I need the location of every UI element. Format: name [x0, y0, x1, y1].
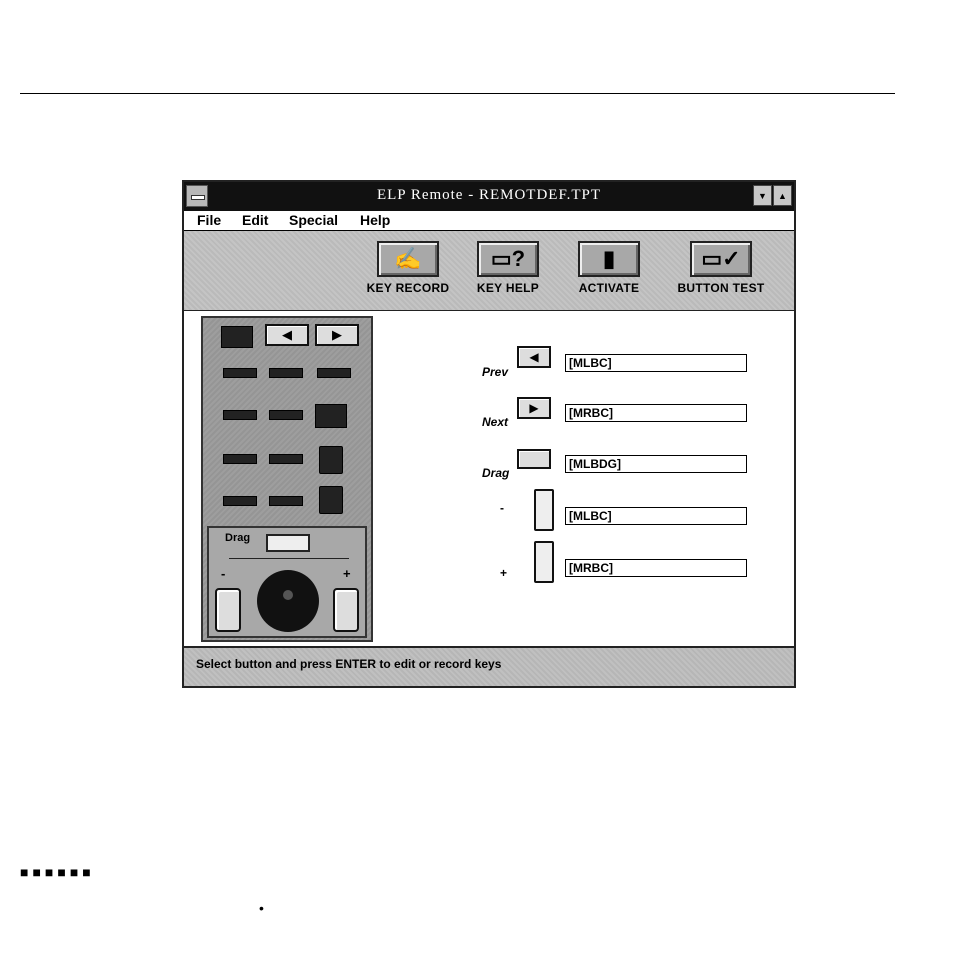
remote-drag-label: Drag: [225, 532, 251, 544]
next-label: Next: [482, 415, 509, 429]
drag-label: Drag: [482, 466, 510, 480]
menu-bar: File Edit Special Help: [184, 211, 794, 231]
checkmark-icon: ▭✓: [690, 241, 752, 277]
status-text: Select button and press ENTER to edit or…: [196, 657, 502, 671]
right-arrow-icon: ▶: [529, 401, 539, 415]
remote-key-7[interactable]: [315, 404, 347, 428]
remote-key-10[interactable]: [319, 446, 343, 474]
trackball[interactable]: [257, 570, 319, 632]
main-content: ◀ ▶ Drag - + Prev ◀ [MLBC] Next ▶ [MRBC]…: [184, 311, 794, 648]
remote-key-8[interactable]: [223, 454, 257, 464]
menu-help[interactable]: Help: [360, 212, 390, 228]
remote-key-11[interactable]: [223, 496, 257, 506]
remote-diagram: ◀ ▶ Drag - +: [201, 316, 373, 642]
plus-field[interactable]: [MRBC]: [565, 559, 747, 577]
drag-field[interactable]: [MLBDG]: [565, 455, 747, 473]
remote-key-3[interactable]: [269, 368, 303, 378]
minus-field[interactable]: [MLBC]: [565, 507, 747, 525]
footer-dots: ■■■■■■: [20, 864, 95, 880]
minimize-icon: ▼: [758, 191, 767, 201]
footer-dot: •: [259, 900, 264, 916]
title-bar: ELP Remote - REMOTDEF.TPT ▼ ▲: [184, 182, 794, 211]
left-arrow-icon: ◀: [529, 350, 539, 364]
minimize-button[interactable]: ▼: [753, 185, 772, 206]
prev-field[interactable]: [MLBC]: [565, 354, 747, 372]
key-record-label: KEY RECORD: [366, 281, 450, 295]
left-arrow-icon: ◀: [282, 327, 292, 342]
right-arrow-icon: ▶: [332, 327, 342, 342]
hand-key-icon: ✍: [377, 241, 439, 277]
remote-key-12[interactable]: [269, 496, 303, 506]
prev-label: Prev: [482, 365, 509, 379]
maximize-icon: ▲: [778, 191, 787, 201]
status-bar: Select button and press ENTER to edit or…: [184, 646, 794, 686]
menu-special[interactable]: Special: [289, 212, 338, 228]
next-button[interactable]: ▶: [517, 397, 551, 419]
trackball-divider: [229, 558, 349, 559]
plus-button[interactable]: [534, 541, 554, 583]
menu-file[interactable]: File: [197, 212, 221, 228]
remote-left-button[interactable]: ◀: [265, 324, 309, 346]
button-test-button[interactable]: ▭✓ BUTTON TEST: [671, 241, 771, 295]
minus-button[interactable]: [534, 489, 554, 531]
key-help-button[interactable]: ▭? KEY HELP: [458, 241, 558, 295]
remote-key-2[interactable]: [223, 368, 257, 378]
prev-button[interactable]: ◀: [517, 346, 551, 368]
activate-icon: ▮: [578, 241, 640, 277]
remote-key-4[interactable]: [317, 368, 351, 378]
remote-minus-button[interactable]: [215, 588, 241, 632]
activate-label: ACTIVATE: [578, 281, 640, 295]
remote-minus-label: -: [221, 566, 226, 581]
activate-button[interactable]: ▮ ACTIVATE: [559, 241, 659, 295]
remote-drag-button[interactable]: [266, 534, 310, 552]
remote-plus-button[interactable]: [333, 588, 359, 632]
toolbar: ✍ KEY RECORD ▭? KEY HELP ▮ ACTIVATE ▭✓ B…: [184, 231, 794, 312]
remote-key-9[interactable]: [269, 454, 303, 464]
top-rule: [20, 93, 895, 94]
remote-right-button[interactable]: ▶: [315, 324, 359, 346]
remote-key-13[interactable]: [319, 486, 343, 514]
drag-button[interactable]: [517, 449, 551, 469]
next-field[interactable]: [MRBC]: [565, 404, 747, 422]
key-help-label: KEY HELP: [476, 281, 540, 295]
remote-plus-label: +: [343, 566, 351, 581]
maximize-button[interactable]: ▲: [773, 185, 792, 206]
button-test-label: BUTTON TEST: [677, 281, 765, 295]
key-question-icon: ▭?: [477, 241, 539, 277]
app-window: ELP Remote - REMOTDEF.TPT ▼ ▲ File Edit …: [182, 180, 796, 688]
trackball-panel: Drag - +: [207, 526, 367, 638]
menu-edit[interactable]: Edit: [242, 212, 268, 228]
trackball-center: [283, 590, 293, 600]
plus-label: +: [500, 566, 508, 580]
remote-key-6[interactable]: [269, 410, 303, 420]
remote-key-1[interactable]: [221, 326, 253, 348]
key-record-button[interactable]: ✍ KEY RECORD: [358, 241, 458, 295]
remote-key-5[interactable]: [223, 410, 257, 420]
window-title: ELP Remote - REMOTDEF.TPT: [376, 187, 602, 203]
minus-label: -: [500, 501, 504, 515]
